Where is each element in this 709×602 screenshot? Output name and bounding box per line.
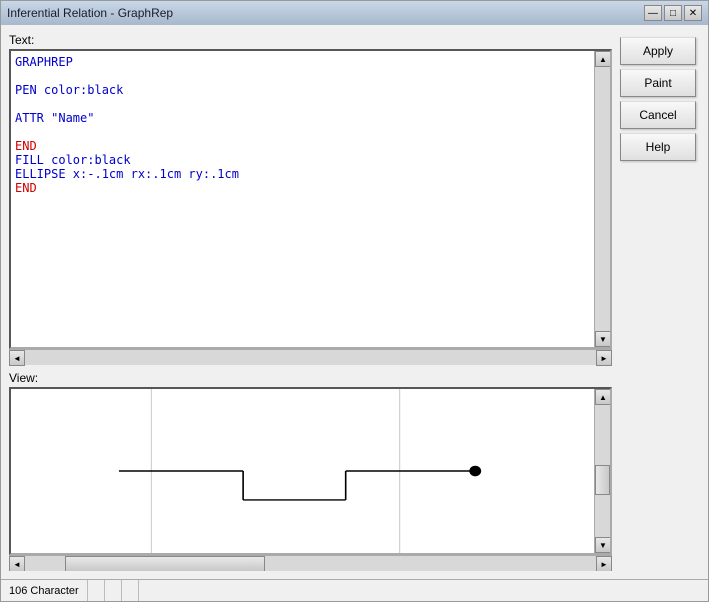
content-area: Text: GRAPHREP PEN color:black ATTR "Nam… (1, 25, 708, 579)
view-section: View: (9, 371, 612, 571)
scroll-track-h[interactable] (25, 350, 596, 365)
view-scroll-thumb-v[interactable] (595, 465, 610, 495)
close-button[interactable]: ✕ (684, 5, 702, 21)
main-window: Inferential Relation - GraphRep — □ ✕ Te… (0, 0, 709, 602)
status-panel-3 (105, 580, 122, 601)
scroll-down-button[interactable]: ▼ (595, 331, 611, 347)
paint-button[interactable]: Paint (620, 69, 696, 97)
view-scroll-left-button[interactable]: ◄ (9, 556, 25, 571)
minimize-button[interactable]: — (644, 5, 662, 21)
scroll-track-v[interactable] (595, 67, 610, 331)
text-editor[interactable]: GRAPHREP PEN color:black ATTR "Name" END… (9, 49, 612, 349)
view-diagram (11, 389, 594, 553)
view-scroll-right-button[interactable]: ► (596, 556, 612, 571)
view-scroll-up-button[interactable]: ▲ (595, 389, 611, 405)
view-label: View: (9, 371, 612, 385)
help-button[interactable]: Help (620, 133, 696, 161)
view-scroll-track-v[interactable] (595, 405, 610, 537)
view-scroll-thumb-h[interactable] (65, 556, 265, 571)
title-bar-buttons: — □ ✕ (644, 5, 702, 21)
status-panel-2 (88, 580, 105, 601)
title-bar: Inferential Relation - GraphRep — □ ✕ (1, 1, 708, 25)
maximize-button[interactable]: □ (664, 5, 682, 21)
cancel-button[interactable]: Cancel (620, 101, 696, 129)
status-bar: 106 Character (1, 579, 708, 601)
view-hscrollbar[interactable]: ◄ ► (9, 555, 612, 571)
window-title: Inferential Relation - GraphRep (7, 6, 173, 20)
apply-button[interactable]: Apply (620, 37, 696, 65)
scroll-right-button[interactable]: ► (596, 350, 612, 366)
text-content[interactable]: GRAPHREP PEN color:black ATTR "Name" END… (11, 51, 594, 347)
view-canvas-wrap: ▲ ▼ (9, 387, 612, 555)
status-panel-4 (122, 580, 139, 601)
text-hscrollbar[interactable]: ◄ ► (9, 349, 612, 365)
sidebar: Apply Paint Cancel Help (620, 33, 700, 571)
main-panel: Text: GRAPHREP PEN color:black ATTR "Nam… (9, 33, 612, 571)
view-canvas (11, 389, 594, 553)
view-scroll-down-button[interactable]: ▼ (595, 537, 611, 553)
scroll-up-button[interactable]: ▲ (595, 51, 611, 67)
text-section: Text: GRAPHREP PEN color:black ATTR "Nam… (9, 33, 612, 365)
text-vscrollbar[interactable]: ▲ ▼ (594, 51, 610, 347)
view-vscrollbar[interactable]: ▲ ▼ (594, 389, 610, 553)
character-count: 106 Character (9, 585, 79, 597)
character-count-panel: 106 Character (1, 580, 88, 601)
text-label: Text: (9, 33, 612, 47)
view-scroll-track-h[interactable] (25, 556, 596, 571)
scroll-left-button[interactable]: ◄ (9, 350, 25, 366)
